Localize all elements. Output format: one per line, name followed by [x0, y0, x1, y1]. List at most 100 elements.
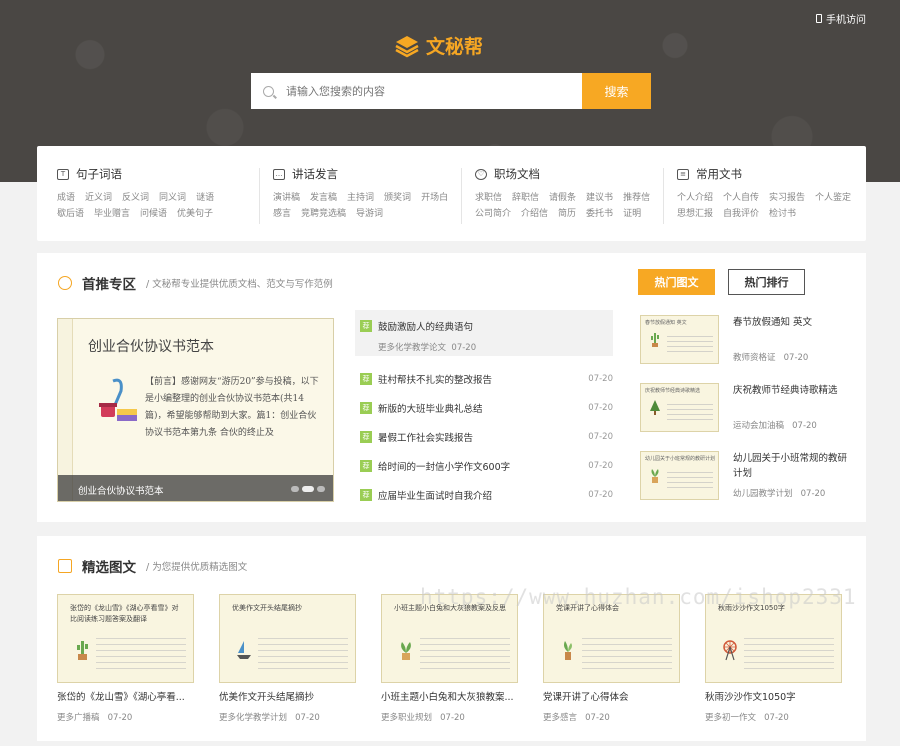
category-link[interactable]: 开场白	[421, 190, 448, 203]
pick-title[interactable]: 小班主题小白兔和大灰狼教案...	[381, 689, 518, 703]
category-link[interactable]: 歇后语	[57, 206, 84, 219]
thumb-caption: 幼儿园关于小班常规的教研计划	[645, 456, 716, 462]
search-input-wrap[interactable]	[251, 73, 582, 109]
list-item[interactable]: 荐 应届毕业生面试时自我介绍 07-20	[355, 480, 613, 509]
category-link[interactable]: 自我评价	[723, 206, 759, 219]
document-icon: ≡	[677, 168, 689, 180]
pick-title[interactable]: 张岱的《龙山雪》《湖心亭看...	[57, 689, 194, 703]
list-item[interactable]: 荐 驻村帮扶不扎实的整改报告 07-20	[355, 364, 613, 393]
pick-card[interactable]: 优美作文开头结尾摘抄 优美作文开头结尾摘抄 更多化学教学计划 07-20	[219, 594, 356, 723]
search-input[interactable]	[286, 84, 566, 98]
category-link[interactable]: 请假条	[549, 190, 576, 203]
category-link[interactable]: 介绍信	[521, 206, 548, 219]
pick-card[interactable]: 张岱的《龙山雪》《湖心亭看雪》对比阅读练习题答案及翻译 张岱的《龙山雪》《湖心亭…	[57, 594, 194, 723]
category-link[interactable]: 导游词	[356, 206, 383, 219]
category-link[interactable]: 简历	[558, 206, 576, 219]
hot-category: 运动会加油稿	[733, 421, 785, 431]
pick-title[interactable]: 优美作文开头结尾摘抄	[219, 689, 356, 703]
top-news-category: 更多化学教学论文	[378, 343, 447, 353]
category-header[interactable]: ≡ 常用文书	[677, 166, 865, 182]
pick-thumbnail[interactable]: 优美作文开头结尾摘抄	[219, 594, 356, 683]
category-link[interactable]: 实习报告	[769, 190, 805, 203]
list-item[interactable]: 荐 暑假工作社会实践报告 07-20	[355, 422, 613, 451]
hot-title[interactable]: 幼儿园关于小班常规的教研计划	[733, 451, 849, 481]
hot-thumbnail[interactable]: 庆祝教师节经典诗歌精选	[640, 383, 719, 432]
list-item[interactable]: 春节放假通知 英文 春节放假通知 英文 教师资格证 07-20	[640, 315, 850, 383]
cactus-icon	[651, 333, 659, 347]
carousel-slide[interactable]: 创业合伙协议书范本 【前言】感谢网友“游历20”参与投稿，以下是小编整理的创业合…	[57, 318, 334, 502]
thumb-lines	[582, 633, 672, 669]
hot-thumbnail[interactable]: 幼儿园关于小班常规的教研计划	[640, 451, 719, 500]
category-link[interactable]: 个人鉴定	[815, 190, 851, 203]
tab-hot-ranking[interactable]: 热门排行	[728, 269, 805, 295]
picks-title: 精选图文	[82, 560, 136, 576]
category-link[interactable]: 竞聘竞选稿	[301, 206, 346, 219]
category-link[interactable]: 近义词	[85, 190, 112, 203]
list-item[interactable]: 荐 新版的大班毕业典礼总结 07-20	[355, 393, 613, 422]
logo[interactable]: 文秘帮	[394, 32, 483, 59]
list-item[interactable]: 幼儿园关于小班常规的教研计划 幼儿园关于小班常规的教研计划 幼儿园教学计划 07…	[640, 451, 850, 519]
list-item[interactable]: 庆祝教师节经典诗歌精选 庆祝教师节经典诗歌精选 运动会加油稿 07-20	[640, 383, 850, 451]
category-link[interactable]: 检讨书	[769, 206, 796, 219]
hot-title[interactable]: 庆祝教师节经典诗歌精选	[733, 383, 849, 398]
carousel-dots	[291, 486, 325, 492]
hot-title[interactable]: 春节放假通知 英文	[733, 315, 849, 330]
category-link[interactable]: 求职信	[475, 190, 502, 203]
category-header[interactable]: … 讲话发言	[273, 166, 461, 182]
list-item[interactable]: 荐 给时间的一封信小学作文600字 07-20	[355, 451, 613, 480]
category-header[interactable]: ♡ 职场文档	[475, 166, 663, 182]
category-link[interactable]: 主持词	[347, 190, 374, 203]
carousel-dot[interactable]	[291, 486, 299, 492]
category-link[interactable]: 思想汇报	[677, 206, 713, 219]
pick-card[interactable]: 秋雨沙沙作文1050字 秋雨沙沙作文1050字 更多初一作文 07-20	[705, 594, 842, 723]
thumb-caption: 庆祝教师节经典诗歌精选	[645, 388, 701, 394]
mobile-access-link[interactable]: 手机访问	[816, 11, 866, 26]
category-panel: T 句子词语 成语 近义词 反义词 同义词 谜语 歇后语 毕业赠言 问候语 优美…	[37, 146, 866, 241]
plant-icon	[401, 642, 411, 660]
pick-title[interactable]: 党课开讲了心得体会	[543, 689, 680, 703]
category-link[interactable]: 谜语	[196, 190, 214, 203]
category-link[interactable]: 成语	[57, 190, 75, 203]
pick-title[interactable]: 秋雨沙沙作文1050字	[705, 689, 842, 703]
top-news-item[interactable]: 荐 鼓励激励人的经典语句 更多化学教学论文 07-20	[355, 310, 613, 356]
category-link[interactable]: 演讲稿	[273, 190, 300, 203]
recommend-badge: 荐	[360, 488, 372, 501]
category-link[interactable]: 建议书	[586, 190, 613, 203]
category-link[interactable]: 个人介绍	[677, 190, 713, 203]
category-link[interactable]: 个人自传	[723, 190, 759, 203]
pick-thumbnail[interactable]: 张岱的《龙山雪》《湖心亭看雪》对比阅读练习题答案及翻译	[57, 594, 194, 683]
category-title: 职场文档	[494, 167, 540, 181]
category-link[interactable]: 同义词	[159, 190, 186, 203]
award-icon	[58, 276, 72, 290]
tab-hot-graphics[interactable]: 热门图文	[638, 269, 715, 295]
recommend-badge: 荐	[360, 372, 372, 385]
category-link[interactable]: 颁奖词	[384, 190, 411, 203]
category-link[interactable]: 委托书	[586, 206, 613, 219]
pick-date: 07-20	[107, 713, 133, 723]
hot-date: 07-20	[783, 353, 809, 363]
category-links: 求职信 辞职信 请假条 建议书 推荐信 公司简介 介绍信 简历 委托书 证明	[475, 190, 655, 219]
pick-card[interactable]: 党课开讲了心得体会 党课开讲了心得体会 更多感言 07-20	[543, 594, 680, 723]
category-link[interactable]: 发言稿	[310, 190, 337, 203]
category-link[interactable]: 问候语	[140, 206, 167, 219]
recommended-list: 荐 鼓励激励人的经典语句 更多化学教学论文 07-20 荐 驻村帮扶不扎实的整改…	[355, 310, 613, 509]
hot-thumbnail[interactable]: 春节放假通知 英文	[640, 315, 719, 364]
category-link[interactable]: 反义词	[122, 190, 149, 203]
category-link[interactable]: 推荐信	[623, 190, 650, 203]
carousel-dot-active[interactable]	[302, 486, 314, 492]
category-title: 常用文书	[696, 167, 742, 181]
category-link[interactable]: 感言	[273, 206, 291, 219]
category-link[interactable]: 辞职信	[512, 190, 539, 203]
category-link[interactable]: 毕业赠言	[94, 206, 130, 219]
category-link[interactable]: 证明	[623, 206, 641, 219]
plant-icon	[651, 469, 659, 483]
pick-card[interactable]: 小班主题小白兔和大灰狼教案及反思 小班主题小白兔和大灰狼教案... 更多职业规划…	[381, 594, 518, 723]
news-row: 荐 驻村帮扶不扎实的整改报告	[360, 372, 492, 386]
carousel-dot[interactable]	[317, 486, 325, 492]
category-link[interactable]: 公司简介	[475, 206, 511, 219]
recommend-badge: 荐	[360, 459, 372, 472]
pick-date: 07-20	[440, 713, 465, 723]
search-button[interactable]: 搜索	[582, 73, 651, 109]
category-link[interactable]: 优美句子	[177, 206, 213, 219]
category-header[interactable]: T 句子词语	[57, 166, 259, 182]
